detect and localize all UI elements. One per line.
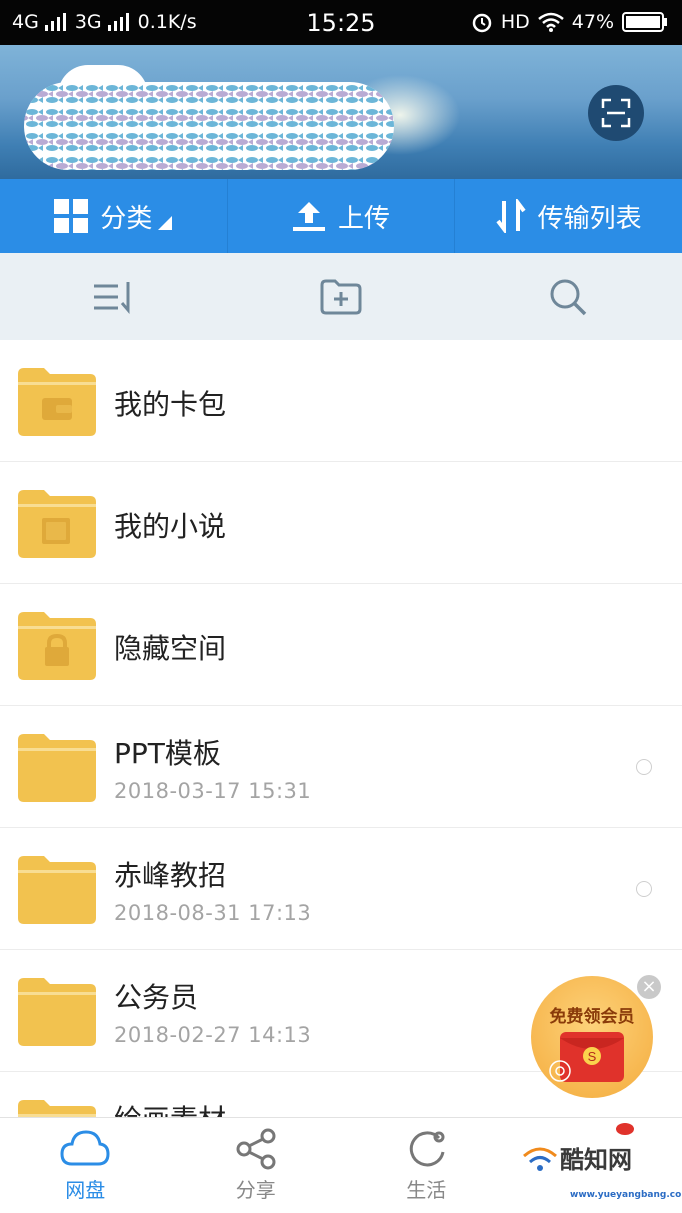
tab-label: 生活 — [406, 1174, 446, 1203]
folder-icon — [18, 978, 96, 1046]
free-vip-promo[interactable]: 免费领会员 S — [531, 976, 653, 1098]
username-cloud[interactable] — [24, 82, 394, 170]
upload-icon — [292, 200, 326, 232]
header-banner — [0, 45, 682, 179]
fish-pattern — [24, 82, 394, 170]
file-name: 公务员 — [114, 976, 198, 1016]
new-folder-icon — [320, 279, 362, 315]
red-dot-icon — [615, 1122, 635, 1136]
tab-life[interactable]: 生活 — [341, 1118, 512, 1213]
list-item[interactable]: 我的小说 — [0, 462, 682, 584]
list-item[interactable]: 隐藏空间 — [0, 584, 682, 706]
upload-button[interactable]: 上传 — [228, 179, 456, 253]
select-radio[interactable] — [636, 759, 652, 775]
folder-icon — [18, 734, 96, 802]
watermark-url: www.yueyangbang.com — [570, 1190, 682, 1200]
sort-button[interactable] — [0, 253, 227, 340]
transfer-list-label: 传输列表 — [538, 198, 642, 235]
file-toolbar — [0, 253, 682, 340]
life-icon — [405, 1128, 447, 1170]
file-name: 隐藏空间 — [114, 627, 226, 667]
promo-close-button[interactable]: × — [637, 975, 661, 999]
book-folder-icon — [18, 490, 96, 558]
folder-icon — [18, 856, 96, 924]
promo-label: 免费领会员 — [531, 1002, 653, 1027]
file-date: 2018-02-27 14:13 — [114, 1023, 311, 1047]
upload-label: 上传 — [338, 198, 390, 235]
search-button[interactable] — [455, 253, 682, 340]
file-name: PPT模板 — [114, 732, 221, 772]
wallet-folder-icon — [18, 368, 96, 436]
scan-icon — [601, 98, 631, 128]
cloud-icon — [60, 1128, 110, 1170]
transfer-list-button[interactable]: 传输列表 — [455, 179, 682, 253]
lock-folder-icon — [18, 612, 96, 680]
action-bar: 分类 上传 传输列表 — [0, 179, 682, 253]
grid-icon — [54, 199, 88, 233]
battery-percent: 47% — [572, 11, 614, 33]
file-name: 赤峰教招 — [114, 854, 226, 894]
list-item[interactable]: 我的卡包 — [0, 340, 682, 462]
svg-text:S: S — [588, 1049, 597, 1064]
status-bar: 4G 3G 0.1K/s 15:25 HD 47% — [0, 0, 682, 45]
close-icon: × — [641, 976, 656, 997]
share-icon — [236, 1128, 276, 1170]
wifi-logo-icon — [520, 1140, 560, 1180]
tab-label: 分享 — [236, 1174, 276, 1203]
list-item[interactable]: PPT模板 2018-03-17 15:31 — [0, 706, 682, 828]
site-watermark: 酷知网 www.yueyangbang.com — [520, 1130, 682, 1212]
transfer-icon — [496, 199, 526, 233]
category-label: 分类 — [100, 198, 152, 235]
file-date: 2018-03-17 15:31 — [114, 779, 311, 803]
tab-netdisk[interactable]: 网盘 — [0, 1118, 171, 1213]
coin-badge-icon — [549, 1060, 571, 1082]
dropdown-triangle-icon — [158, 216, 172, 230]
tab-label: 网盘 — [65, 1174, 105, 1203]
tab-share[interactable]: 分享 — [171, 1118, 342, 1213]
file-date: 2018-08-31 17:13 — [114, 901, 311, 925]
sort-icon — [92, 280, 136, 314]
scan-button[interactable] — [588, 85, 644, 141]
wifi-icon — [538, 12, 564, 32]
search-icon — [548, 277, 588, 317]
new-folder-button[interactable] — [227, 253, 454, 340]
category-button[interactable]: 分类 — [0, 179, 228, 253]
alarm-icon — [471, 11, 493, 33]
file-name: 我的卡包 — [114, 383, 226, 423]
hd-label: HD — [501, 11, 530, 33]
battery-icon — [622, 11, 668, 33]
select-radio[interactable] — [636, 881, 652, 897]
list-item[interactable]: 赤峰教招 2018-08-31 17:13 — [0, 828, 682, 950]
file-name: 我的小说 — [114, 505, 226, 545]
watermark-text: 酷知网 — [560, 1140, 632, 1175]
